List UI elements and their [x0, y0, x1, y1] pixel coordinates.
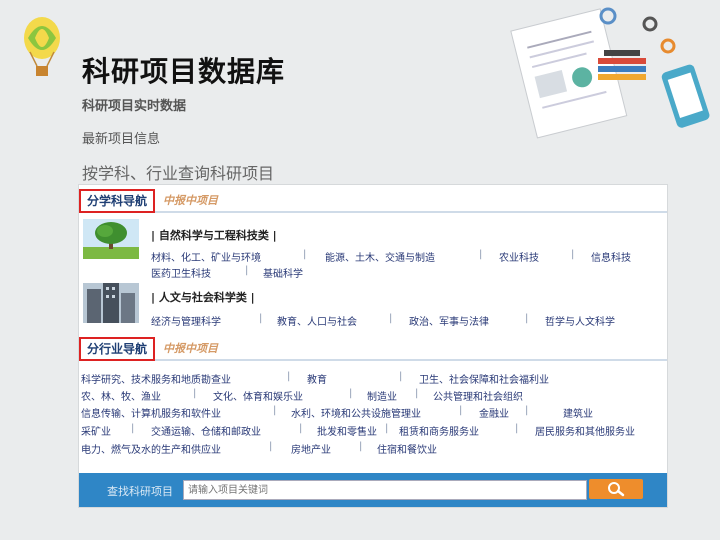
separator: | — [259, 313, 263, 324]
subject-link-information[interactable]: 信息科技 — [591, 249, 631, 264]
industry-link[interactable]: 租赁和商务服务业 — [399, 423, 479, 438]
separator: | — [303, 249, 307, 260]
industry-link[interactable]: 采矿业 — [81, 423, 111, 438]
separator: | — [269, 441, 273, 452]
subject-link-energy[interactable]: 能源、土木、交通与制造 — [325, 249, 435, 264]
page-title: 科研项目数据库 — [82, 55, 286, 88]
industry-link[interactable]: 科学研究、技术服务和地质勘查业 — [81, 371, 231, 386]
separator: | — [299, 423, 303, 434]
search-input[interactable] — [183, 480, 587, 500]
page-subtitle: 科研项目实时数据 — [82, 99, 187, 114]
industry-link[interactable]: 农、林、牧、渔业 — [81, 388, 161, 403]
industry-link[interactable]: 制造业 — [367, 388, 397, 403]
industry-link[interactable]: 水利、环境和公共设施管理业 — [291, 405, 421, 420]
project-navigation-panel: 分学科导航 中报中项目 | 自然科学与工程科技类 | 材料、化工、矿业与环境 |… — [78, 184, 668, 508]
separator: | — [287, 371, 291, 382]
separator: | — [193, 388, 197, 399]
industry-link[interactable]: 卫生、社会保障和社会福利业 — [419, 371, 549, 386]
separator: | — [459, 405, 463, 416]
hot-air-balloon-icon — [24, 17, 60, 76]
search-label: 查找科研项目 — [107, 485, 173, 498]
separator: | — [273, 405, 277, 416]
industry-link[interactable]: 交通运输、仓储和邮政业 — [151, 423, 261, 438]
separator: | — [515, 423, 519, 434]
subject-link-economics[interactable]: 经济与管理科学 — [151, 313, 221, 328]
separator: | — [399, 371, 403, 382]
desk-documents-illustration — [510, 7, 710, 139]
industry-tabs: 分行业导航 中报中项目 — [79, 337, 667, 361]
separator: | — [479, 249, 483, 260]
subject-tabs: 分学科导航 中报中项目 — [79, 189, 667, 213]
industry-link[interactable]: 金融业 — [479, 405, 509, 420]
natural-science-image — [83, 219, 139, 259]
industry-link[interactable]: 建筑业 — [563, 405, 593, 420]
subject-link-materials[interactable]: 材料、化工、矿业与环境 — [151, 249, 261, 264]
separator: | — [525, 405, 529, 416]
separator: | — [389, 313, 393, 324]
industry-link[interactable]: 住宿和餐饮业 — [377, 441, 437, 456]
separator: | — [359, 441, 363, 452]
humanities-image — [83, 283, 139, 323]
industry-link[interactable]: 批发和零售业 — [317, 423, 377, 438]
search-bar: 查找科研项目 — [79, 473, 667, 507]
subject-link-basic-science[interactable]: 基础科学 — [263, 265, 303, 280]
tab-subject-applied-projects[interactable]: 中报中项目 — [163, 191, 218, 211]
separator: | — [245, 265, 249, 276]
separator: | — [571, 249, 575, 260]
separator: | — [415, 388, 419, 399]
industry-link[interactable]: 文化、体育和娱乐业 — [213, 388, 303, 403]
tab-industry-applied-projects[interactable]: 中报中项目 — [163, 339, 218, 359]
separator: | — [385, 423, 389, 434]
separator: | — [525, 313, 529, 324]
industry-link[interactable]: 公共管理和社会组织 — [433, 388, 523, 403]
industry-link[interactable]: 教育 — [307, 371, 327, 386]
subject-link-politics[interactable]: 政治、军事与法律 — [409, 313, 489, 328]
tab-industry-navigation[interactable]: 分行业导航 — [79, 337, 156, 361]
subject-link-agriculture[interactable]: 农业科技 — [499, 249, 539, 264]
search-button[interactable] — [589, 479, 643, 499]
industry-link[interactable]: 信息传输、计算机服务和软件业 — [81, 405, 221, 420]
separator: | — [349, 388, 353, 399]
subject-link-education[interactable]: 教育、人口与社会 — [277, 313, 357, 328]
category-title-humanities: | 人文与社会科学类 | — [151, 291, 255, 304]
subject-link-medicine[interactable]: 医药卫生科技 — [151, 265, 211, 280]
magnifier-icon — [608, 482, 625, 497]
subject-link-philosophy[interactable]: 哲学与人文科学 — [545, 313, 615, 328]
industry-link[interactable]: 房地产业 — [291, 441, 331, 456]
latest-projects-label: 最新项目信息 — [82, 132, 161, 147]
category-title-natural-science: | 自然科学与工程科技类 | — [151, 229, 277, 242]
industry-link[interactable]: 居民服务和其他服务业 — [535, 423, 635, 438]
separator: | — [131, 423, 135, 434]
query-by-subject-label: 按学科、行业查询科研项目 — [82, 164, 275, 183]
tab-subject-navigation[interactable]: 分学科导航 — [79, 189, 156, 213]
industry-link[interactable]: 电力、燃气及水的生产和供应业 — [81, 441, 221, 456]
